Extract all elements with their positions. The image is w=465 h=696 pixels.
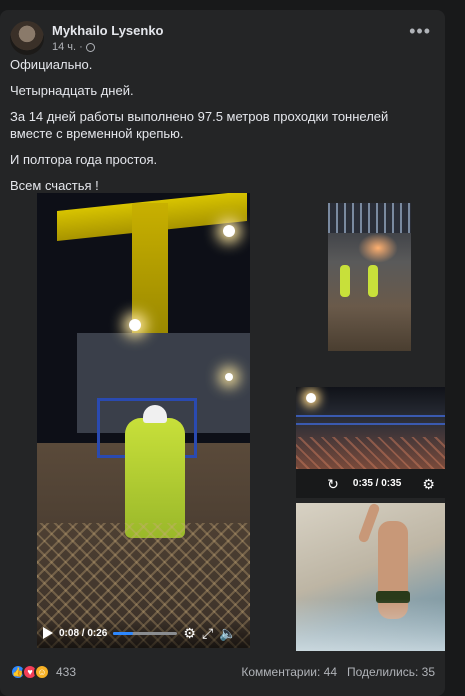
post-paragraph: И полтора года простоя. xyxy=(10,152,158,167)
post-footer: 👍 ♥ ☺ 433 Комментарии: 44 Поделились: 35 xyxy=(10,664,435,680)
video-light xyxy=(129,319,141,331)
thumb-light xyxy=(306,393,316,403)
photo-splash xyxy=(296,599,445,651)
video-thumbnail[interactable] xyxy=(296,387,445,469)
video-controls: 0:08 / 0:26 ⚙ ⤢ 🔈 xyxy=(37,618,250,648)
thumb-fence xyxy=(296,437,445,469)
post-paragraph: Четырнадцать дней. xyxy=(10,83,134,98)
video-progress-fill xyxy=(113,631,134,635)
video-light xyxy=(223,225,235,237)
author-name[interactable]: Mykhailo Lysenko xyxy=(52,23,164,38)
play-icon[interactable] xyxy=(43,627,53,639)
post-paragraph: За 14 дней работы выполнено 97.5 метров … xyxy=(10,109,389,141)
globe-icon xyxy=(85,42,95,52)
settings-icon[interactable]: ⚙ xyxy=(183,626,196,640)
thumb-video-controls: ↻ 0:35 / 0:35 ⚙ xyxy=(296,469,445,498)
volume-icon[interactable]: 🔈 xyxy=(219,626,236,640)
fullscreen-icon[interactable]: ⤢ xyxy=(202,626,213,640)
video-worker xyxy=(125,418,185,538)
main-video[interactable]: 0:08 / 0:26 ⚙ ⤢ 🔈 xyxy=(37,193,250,648)
post-paragraph: Официально. xyxy=(10,57,93,72)
shares-count[interactable]: Поделились: 35 xyxy=(347,665,435,679)
thumb-rail xyxy=(296,415,445,425)
post-text: Официально. Четырнадцать дней. За 14 дне… xyxy=(10,56,430,203)
photo-thumbnail[interactable] xyxy=(328,203,411,351)
video-helmet xyxy=(143,405,167,423)
photo-worker xyxy=(340,265,350,297)
reactions[interactable]: 👍 ♥ ☺ xyxy=(10,664,50,680)
more-options-icon[interactable]: ••• xyxy=(409,22,431,40)
photo-worker xyxy=(368,265,378,297)
avatar[interactable] xyxy=(10,21,44,55)
settings-icon[interactable]: ⚙ xyxy=(422,477,435,491)
post-meta: 14 ч. · xyxy=(52,41,95,53)
thumb-video-time: 0:35 / 0:35 xyxy=(352,478,402,489)
video-light xyxy=(225,373,233,381)
photo-thumbnail[interactable] xyxy=(296,503,445,651)
photo-roof xyxy=(328,203,411,233)
post-paragraph: Всем счастья ! xyxy=(10,178,99,193)
post-time[interactable]: 14 ч. xyxy=(52,41,76,53)
replay-icon[interactable]: ↻ xyxy=(327,477,339,491)
comments-count[interactable]: Комментарии: 44 xyxy=(241,665,337,679)
photo-glow xyxy=(358,233,398,263)
reaction-count[interactable]: 433 xyxy=(56,665,76,679)
haha-icon: ☺ xyxy=(34,664,50,680)
video-time: 0:08 / 0:26 xyxy=(59,627,108,639)
engagement-stats: Комментарии: 44 Поделились: 35 xyxy=(241,665,435,679)
video-progress-bar[interactable] xyxy=(113,631,178,635)
